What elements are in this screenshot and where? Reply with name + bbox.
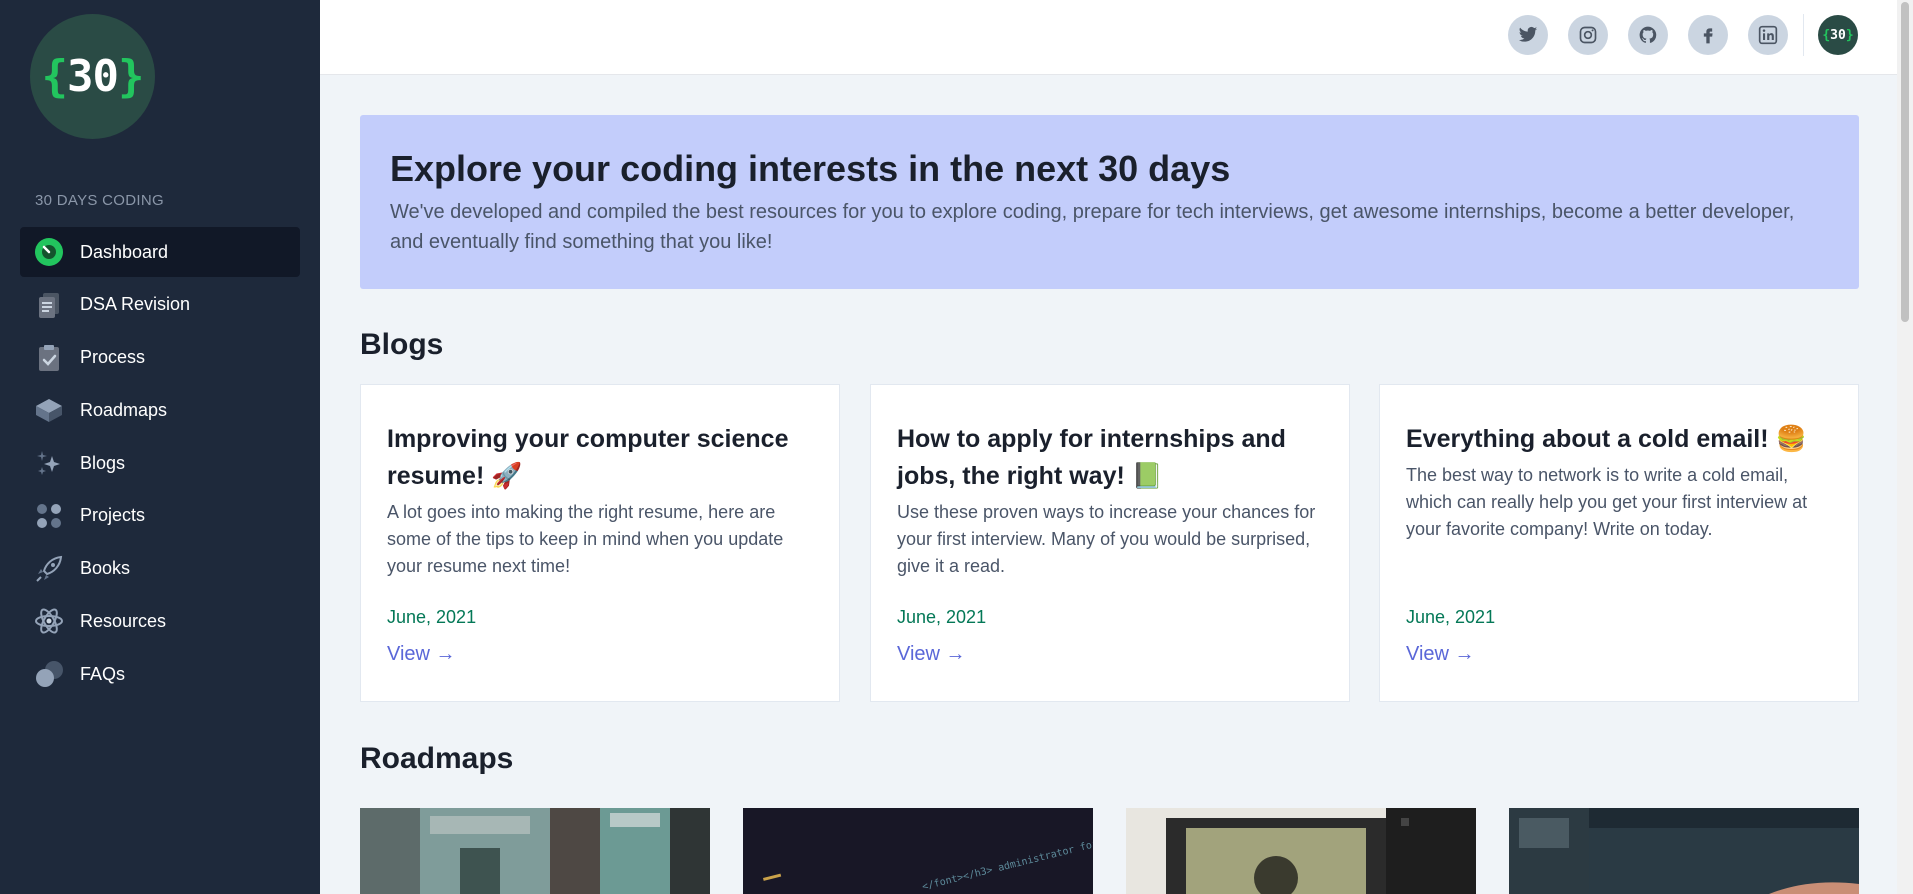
sidebar-item-dashboard[interactable]: Dashboard	[20, 227, 300, 277]
roadmap-card-image[interactable]	[360, 808, 710, 894]
sidebar-item-label: Process	[80, 347, 146, 367]
avatar-text: {30}	[1822, 27, 1854, 43]
sidebar: {30} 30 DAYS CODING Dashboard DSA Revisi…	[0, 0, 320, 894]
instagram-icon[interactable]	[1568, 15, 1608, 55]
scrollbar[interactable]	[1897, 0, 1913, 894]
blog-card: Everything about a cold email! 🍔 The bes…	[1379, 384, 1859, 702]
github-icon[interactable]	[1628, 15, 1668, 55]
blog-date: June, 2021	[1406, 607, 1496, 627]
topbar: {30}	[320, 0, 1897, 75]
blog-title: Everything about a cold email! 🍔	[1406, 425, 1807, 453]
rocket-icon	[34, 554, 64, 584]
document-icon	[34, 290, 64, 320]
sidebar-item-faqs[interactable]: FAQs	[20, 649, 300, 699]
roadmap-card-image[interactable]: </font></h3> administrator for further	[743, 808, 1093, 894]
blog-view-link[interactable]: View →	[387, 643, 456, 666]
sidebar-item-label: Resources	[80, 610, 167, 631]
topbar-divider	[1803, 14, 1804, 56]
sidebar-nav: Dashboard DSA Revision Process Roadmaps …	[20, 227, 300, 702]
sidebar-heading: 30 DAYS CODING	[35, 192, 164, 209]
blog-view-link[interactable]: View →	[897, 643, 966, 666]
roadmaps-heading: Roadmaps	[360, 742, 514, 775]
layers-icon	[34, 395, 64, 425]
dashboard-icon	[34, 237, 64, 267]
circles-icon	[34, 659, 64, 689]
clipboard-check-icon	[34, 343, 64, 373]
blog-description: A lot goes into making the right resume,…	[387, 502, 784, 576]
sidebar-item-roadmaps[interactable]: Roadmaps	[20, 385, 300, 435]
sidebar-item-label: Blogs	[80, 452, 126, 473]
blog-date: June, 2021	[387, 607, 477, 627]
grid-dots-icon	[34, 501, 64, 531]
hero-subtitle: We've developed and compiled the best re…	[390, 201, 1795, 253]
twitter-icon[interactable]	[1508, 15, 1548, 55]
blog-card: Improving your computer science resume! …	[360, 384, 840, 702]
atom-icon	[34, 606, 64, 636]
sidebar-item-books[interactable]: Books	[20, 544, 300, 594]
linkedin-icon[interactable]	[1748, 15, 1788, 55]
blog-title: How to apply for internships and jobs, t…	[897, 425, 1286, 490]
sidebar-item-label: FAQs	[80, 663, 126, 684]
sidebar-item-projects[interactable]: Projects	[20, 491, 300, 541]
sidebar-item-dsa-revision[interactable]: DSA Revision	[20, 280, 300, 330]
sidebar-item-label: Books	[80, 558, 131, 578]
hero-title: Explore your coding interests in the nex…	[390, 148, 1231, 189]
sparkles-icon	[34, 448, 64, 478]
hero-banner: Explore your coding interests in the nex…	[360, 115, 1859, 289]
blog-description: Use these proven ways to increase your c…	[897, 502, 1316, 576]
blogs-heading: Blogs	[360, 328, 444, 361]
blog-title: Improving your computer science resume! …	[387, 425, 789, 490]
sidebar-item-label: Projects	[80, 505, 146, 526]
sidebar-item-process[interactable]: Process	[20, 333, 300, 383]
sidebar-item-label: Roadmaps	[80, 399, 168, 420]
facebook-icon[interactable]	[1688, 15, 1728, 55]
blog-description: The best way to network is to write a co…	[1406, 465, 1808, 539]
logo-text: {30}	[41, 51, 145, 102]
blog-view-link[interactable]: View →	[1406, 643, 1475, 666]
sidebar-item-label: Dashboard	[80, 241, 169, 262]
roadmap-card-image[interactable]	[1509, 808, 1859, 894]
sidebar-item-label: DSA Revision	[80, 294, 191, 315]
sidebar-item-resources[interactable]: Resources	[20, 596, 300, 646]
blog-date: June, 2021	[897, 607, 987, 627]
avatar[interactable]: {30}	[1818, 15, 1858, 55]
logo[interactable]: {30}	[30, 14, 155, 139]
roadmap-card-image[interactable]	[1126, 808, 1476, 894]
sidebar-item-blogs[interactable]: Blogs	[20, 438, 300, 488]
scrollbar-thumb[interactable]	[1901, 2, 1909, 322]
blog-card: How to apply for internships and jobs, t…	[870, 384, 1350, 702]
